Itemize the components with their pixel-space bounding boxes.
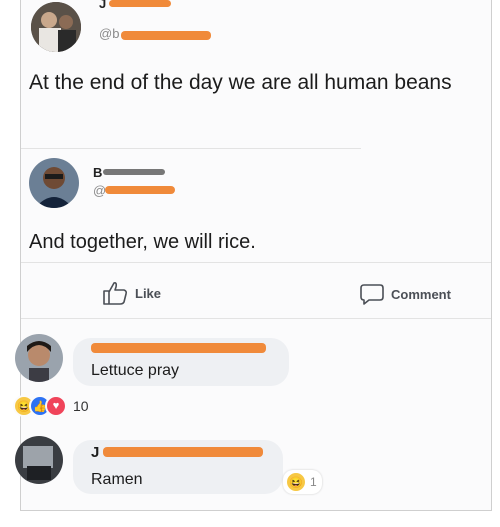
avatar[interactable] <box>29 158 79 208</box>
reaction-summary[interactable]: 😆 1 <box>283 470 322 494</box>
like-label: Like <box>135 285 162 301</box>
reaction-summary[interactable]: 😆 👍 ♥ 10 <box>13 395 89 417</box>
comment-button[interactable]: Comment <box>359 282 451 306</box>
author-handle[interactable]: @b <box>99 26 119 41</box>
author-name[interactable]: B <box>93 165 102 180</box>
reaction-count: 10 <box>73 398 89 414</box>
haha-icon: 😆 <box>285 471 307 493</box>
redaction-mark <box>103 169 165 175</box>
post-text: At the end of the day we are all human b… <box>29 71 452 94</box>
redaction-mark <box>109 0 171 7</box>
avatar[interactable] <box>15 436 63 484</box>
divider <box>21 262 491 263</box>
post-text: And together, we will rice. <box>29 231 256 253</box>
redaction-mark <box>105 186 175 194</box>
comment-text: Lettuce pray <box>91 362 180 379</box>
avatar[interactable] <box>15 334 63 382</box>
comment-author[interactable]: J <box>91 444 99 461</box>
redaction-mark <box>103 447 263 457</box>
author-name[interactable]: J <box>99 0 106 11</box>
comment-icon <box>360 284 384 305</box>
reaction-count: 1 <box>310 475 317 489</box>
like-button[interactable]: Like <box>101 280 161 306</box>
comment-text: Ramen <box>91 471 143 488</box>
avatar[interactable] <box>31 2 81 52</box>
thumbs-up-icon <box>103 282 128 305</box>
redaction-mark <box>121 31 211 40</box>
love-icon: ♥ <box>45 395 67 417</box>
redaction-mark <box>91 343 266 353</box>
divider <box>21 318 491 319</box>
post-card: J @b At the end of the day we are all hu… <box>13 0 492 511</box>
divider <box>21 148 361 149</box>
comment-label: Comment <box>391 286 451 302</box>
